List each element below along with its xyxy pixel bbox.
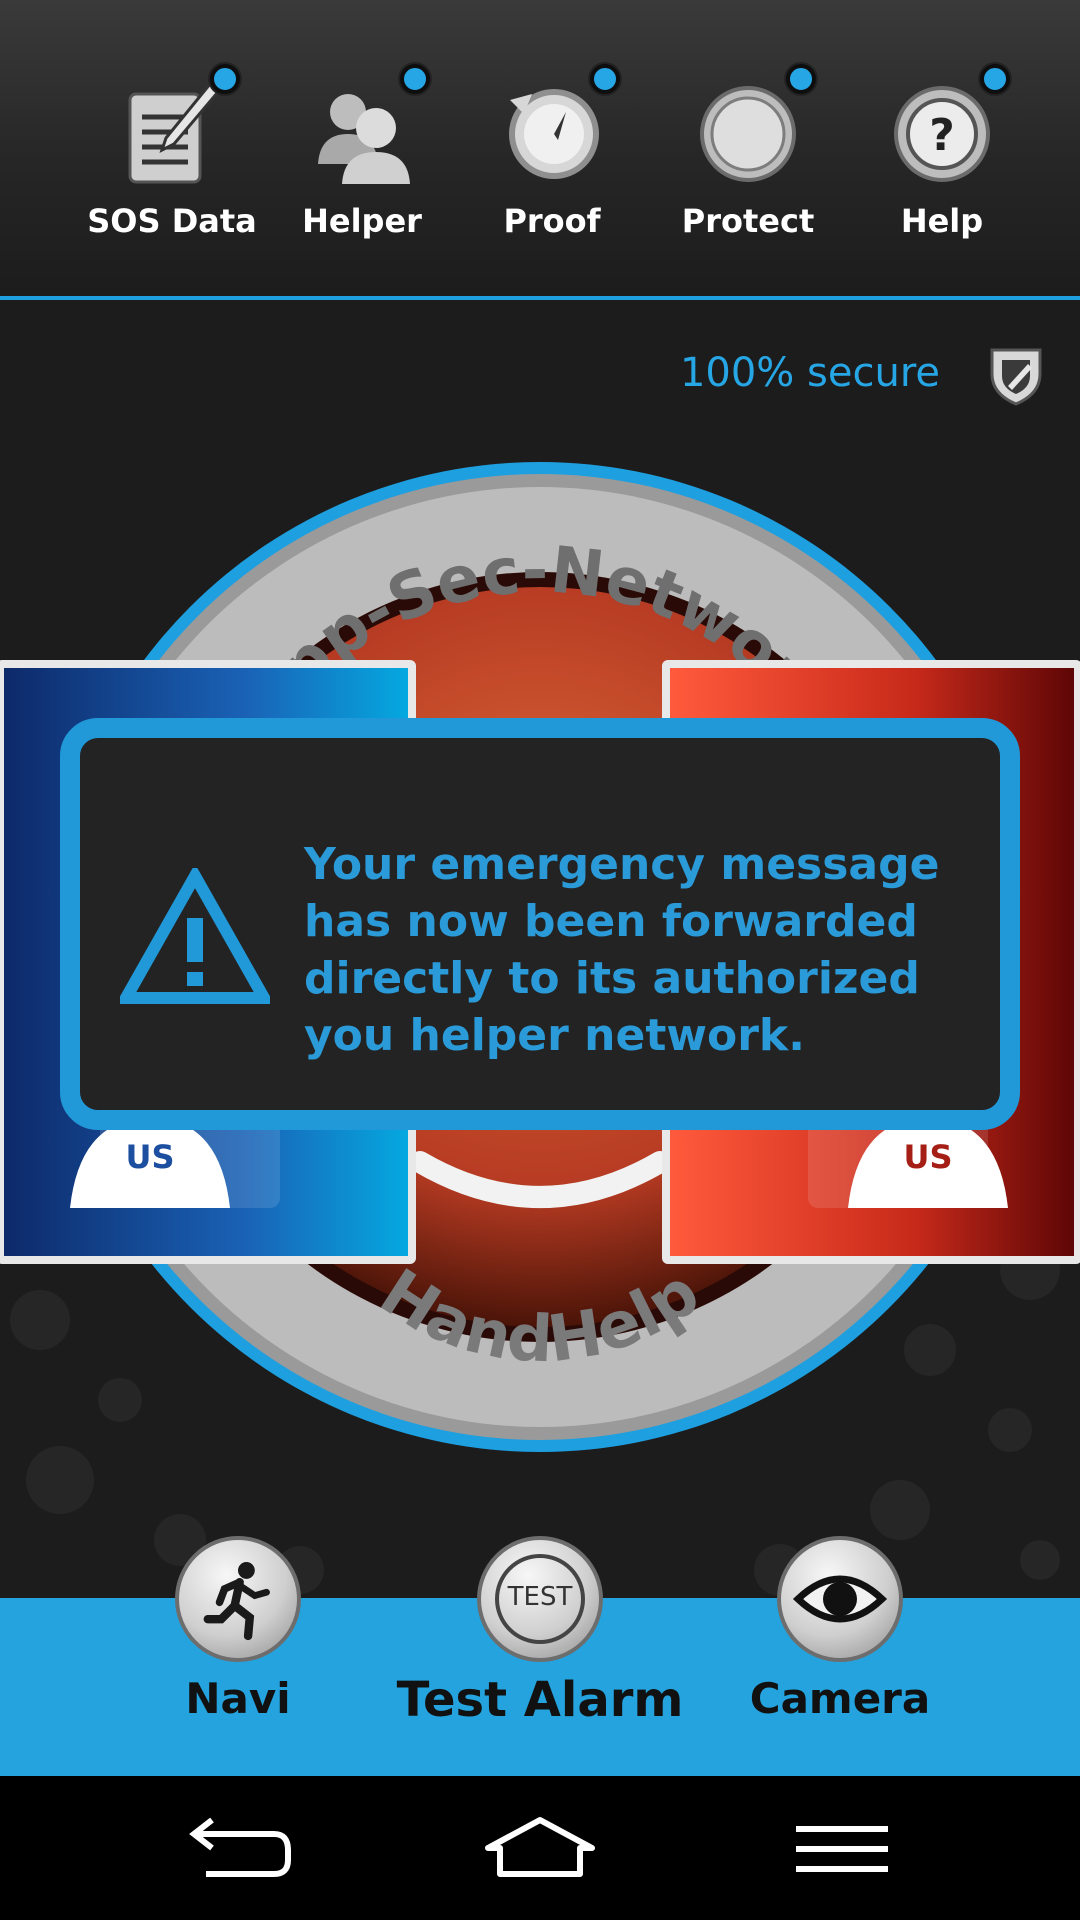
notification-dot: [400, 64, 430, 94]
svg-text:?: ?: [929, 110, 955, 161]
test-icon-text: TEST: [507, 1582, 573, 1612]
people-icon: [318, 94, 410, 184]
eye-icon: [792, 1575, 888, 1623]
test-icon-circle: TEST: [477, 1536, 603, 1662]
clipboard-pencil-icon: [128, 81, 221, 184]
protect-button[interactable]: Protect: [658, 62, 838, 252]
panel-tag-right: US: [903, 1138, 953, 1176]
menu-icon[interactable]: [782, 1814, 902, 1884]
test-alarm-label: Test Alarm: [396, 1672, 684, 1728]
home-icon[interactable]: [480, 1814, 600, 1884]
helper-label: Helper: [302, 202, 422, 240]
sos-data-label: SOS Data: [87, 202, 257, 240]
notification-dot: [590, 64, 620, 94]
top-toolbar: SOS Data Helper Proof Protect ? Help: [0, 0, 1080, 300]
protect-label: Protect: [681, 202, 815, 240]
round-button-icon: [700, 86, 796, 182]
question-icon: ?: [894, 86, 990, 182]
dialog-message: Your emergency message has now been forw…: [304, 839, 940, 1061]
panel-tag-left: US: [125, 1138, 175, 1176]
navi-label: Navi: [185, 1674, 291, 1723]
emergency-message-dialog[interactable]: Your emergency message has now been forw…: [60, 718, 1020, 1130]
notification-dot: [786, 64, 816, 94]
camera-button[interactable]: Camera: [740, 1536, 940, 1726]
sos-data-button[interactable]: SOS Data: [82, 62, 262, 252]
camera-label: Camera: [749, 1674, 931, 1723]
warning-icon: [120, 868, 270, 1004]
navi-icon-circle: [175, 1536, 301, 1662]
system-navigation-bar: [0, 1776, 1080, 1920]
history-clock-icon: [509, 89, 599, 179]
navi-button[interactable]: Navi: [158, 1536, 318, 1726]
notification-dot: [980, 64, 1010, 94]
camera-icon-circle: [777, 1536, 903, 1662]
proof-button[interactable]: Proof: [462, 62, 642, 252]
test-alarm-button[interactable]: TEST Test Alarm: [390, 1536, 690, 1728]
security-status: 100% secure: [679, 350, 940, 396]
help-button[interactable]: ? Help: [852, 62, 1032, 252]
proof-label: Proof: [503, 202, 601, 240]
shield-icon[interactable]: [988, 344, 1044, 408]
back-icon[interactable]: [178, 1814, 298, 1884]
running-person-icon: [203, 1562, 270, 1641]
help-label: Help: [900, 202, 984, 240]
notification-dot: [210, 64, 240, 94]
helper-button[interactable]: Helper: [272, 62, 452, 252]
